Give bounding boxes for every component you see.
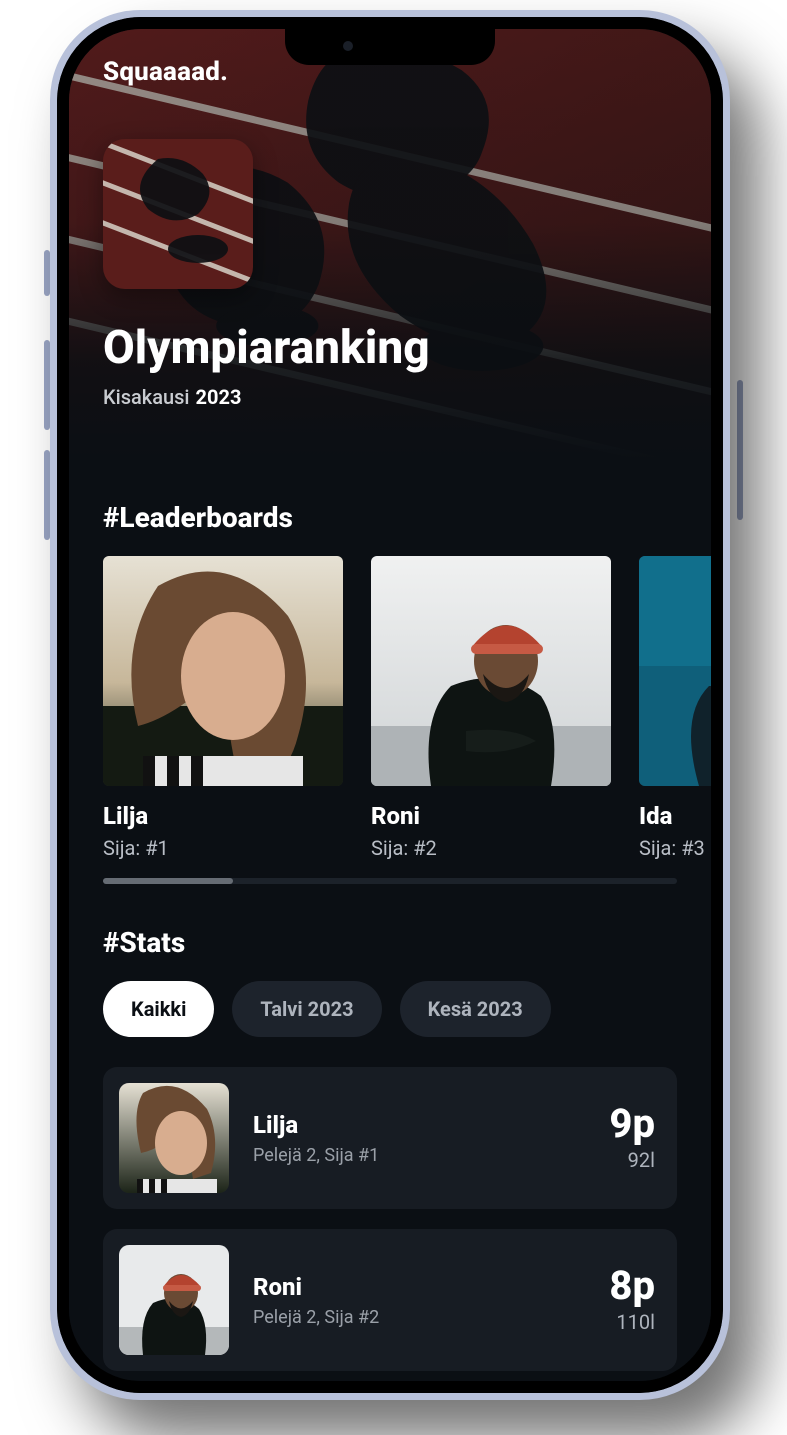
scrollbar-thumb[interactable]: [103, 878, 233, 884]
filter-chip-all[interactable]: Kaikki: [103, 981, 214, 1037]
stats-row-meta: Pelejä 2, Sija #1: [253, 1145, 585, 1166]
stats-row-meta: Pelejä 2, Sija #2: [253, 1307, 585, 1328]
stats-row-roni[interactable]: Roni Pelejä 2, Sija #2 8p 110l: [103, 1229, 677, 1371]
avatar: [639, 556, 711, 786]
brand-logo-text: Squaaaad.: [103, 57, 228, 87]
page-subtitle: Kisakausi2023: [103, 385, 241, 409]
leaderboard-name: Lilja: [103, 802, 343, 830]
avatar: [119, 1083, 229, 1193]
avatar: [103, 556, 343, 786]
page-title: Olympiaranking: [103, 321, 430, 375]
stats-filter-chips: Kaikki Talvi 2023 Kesä 2023: [103, 981, 677, 1037]
season-year: 2023: [196, 385, 242, 409]
season-label: Kisakausi: [103, 385, 190, 409]
leaderboard-rank: Sija: #2: [371, 836, 611, 860]
leaderboard-name: Roni: [371, 802, 611, 830]
leaderboard-rank: Sija: #1: [103, 836, 343, 860]
leaderboard-name: Ida: [639, 802, 711, 830]
phone-frame: Squaaaad.: [50, 10, 730, 1400]
avatar: [371, 556, 611, 786]
avatar: [119, 1245, 229, 1355]
phone-notch: [285, 29, 495, 65]
filter-chip-winter[interactable]: Talvi 2023: [232, 981, 381, 1037]
stats-row-sub: 110l: [609, 1310, 655, 1334]
stats-row-name: Roni: [253, 1273, 585, 1301]
stats-row-points: 9p: [609, 1104, 655, 1144]
stats-heading: #Stats: [103, 926, 677, 959]
stats-row-lilja[interactable]: Lilja Pelejä 2, Sija #1 9p 92l: [103, 1067, 677, 1209]
leaderboards-heading: #Leaderboards: [103, 501, 677, 534]
leaderboard-rank: Sija: #3: [639, 836, 711, 860]
hero-thumbnail[interactable]: [103, 139, 253, 289]
hero-section: Squaaaad.: [69, 29, 711, 459]
horizontal-scrollbar[interactable]: [103, 878, 677, 884]
leaderboard-scroller[interactable]: Lilja Sija: #1: [103, 556, 711, 860]
app-screen: Squaaaad.: [69, 29, 711, 1381]
leaderboard-card-roni[interactable]: Roni Sija: #2: [371, 556, 611, 860]
filter-chip-summer[interactable]: Kesä 2023: [400, 981, 551, 1037]
stats-row-points: 8p: [609, 1266, 655, 1306]
leaderboard-card-ida[interactable]: Ida Sija: #3: [639, 556, 711, 860]
stats-row-sub: 92l: [609, 1148, 655, 1172]
leaderboard-card-lilja[interactable]: Lilja Sija: #1: [103, 556, 343, 860]
phone-side-button: [737, 380, 743, 520]
stats-row-name: Lilja: [253, 1111, 585, 1139]
